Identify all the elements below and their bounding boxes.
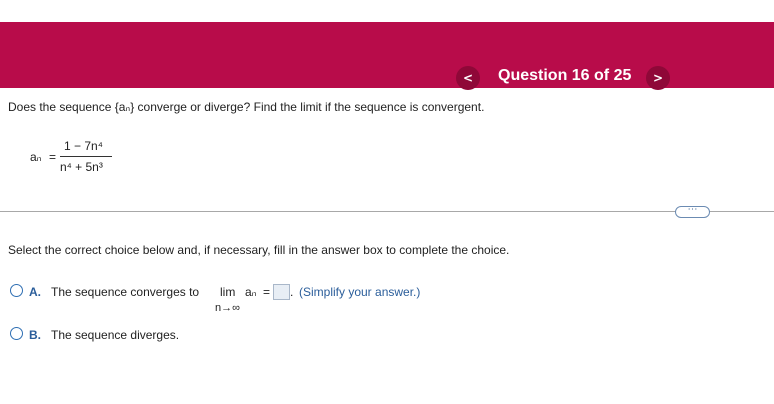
choice-b-text: The sequence diverges. (51, 328, 180, 342)
choice-b-radio[interactable] (10, 327, 23, 340)
formula-lhs: aₙ (30, 150, 42, 164)
previous-question-button[interactable]: < (456, 66, 480, 90)
answer-input-box[interactable] (273, 284, 290, 300)
formula-equals: = (49, 150, 57, 164)
instruction-text: Select the correct choice below and, if … (8, 243, 510, 257)
choice-b-letter: B. (29, 328, 41, 342)
formula-denominator: n⁴ + 5n³ (60, 160, 103, 174)
limit-equals: = (263, 285, 271, 299)
question-prompt: Does the sequence {aₙ} converge or diver… (8, 100, 485, 114)
answer-period: . (290, 285, 294, 299)
limit-operator: lim (220, 285, 236, 299)
formula-numerator: 1 − 7n⁴ (64, 139, 103, 153)
sequence-formula: aₙ = 1 − 7n⁴ n⁴ + 5n³ (30, 136, 150, 186)
question-header-bar: < Question 16 of 25 > (0, 22, 774, 90)
next-question-button[interactable]: > (646, 66, 670, 90)
question-page: < Question 16 of 25 > Does the sequence … (0, 0, 774, 404)
limit-sequence-term: aₙ (245, 285, 257, 299)
fraction-bar (60, 156, 112, 157)
question-counter: Question 16 of 25 (498, 67, 632, 84)
more-options-button[interactable]: ⋯ (675, 204, 710, 218)
limit-subscript: n→∞ (215, 302, 240, 314)
section-divider (0, 211, 774, 212)
chevron-right-icon: > (652, 71, 664, 85)
ellipsis-icon: ⋯ (687, 204, 698, 215)
simplify-hint: (Simplify your answer.) (299, 285, 421, 299)
choice-a-text: The sequence converges to (51, 285, 200, 299)
choice-a-letter: A. (29, 285, 41, 299)
choice-a-radio[interactable] (10, 284, 23, 297)
chevron-left-icon: < (462, 71, 474, 85)
